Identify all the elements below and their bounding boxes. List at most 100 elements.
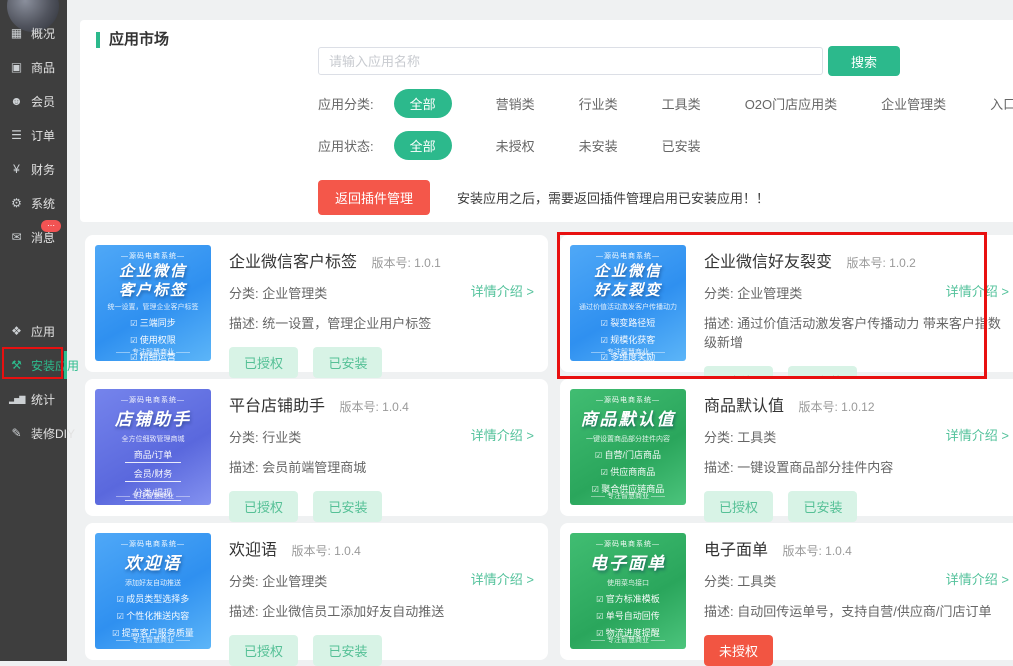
app-version: 版本号: 1.0.1: [371, 256, 440, 270]
search-button[interactable]: 搜索: [828, 46, 900, 76]
tile-ribbon: —源码电商系统—: [570, 539, 686, 549]
detail-link[interactable]: 详情介绍 >: [471, 569, 534, 588]
app-name: 电子面单: [704, 542, 768, 559]
unread-badge: ⋯: [41, 220, 61, 232]
authorized-badge: 已授权: [229, 635, 298, 666]
sidebar-item-overview[interactable]: ▦ 概况: [0, 16, 67, 50]
tile-feature: 规模化获客: [570, 333, 686, 346]
app-card-shop-assistant[interactable]: —源码电商系统— 店铺助手 全方位细致管理商城 商品/订单 会员/财务 分类/提…: [85, 379, 548, 516]
detail-link[interactable]: 详情介绍 >: [471, 425, 534, 444]
app-tile-image: —源码电商系统— 商品默认值 一键设置商品部分挂件内容 自营/门店商品 供应商商…: [570, 389, 686, 505]
tile-tagline: 添加好友自动推送: [95, 578, 211, 588]
detail-link[interactable]: 详情介绍 >: [946, 425, 1009, 444]
app-tile-image: —源码电商系统— 店铺助手 全方位细致管理商城 商品/订单 会员/财务 分类/提…: [95, 389, 211, 505]
status-badges: 未授权: [704, 635, 1013, 666]
status-option-uninstalled[interactable]: 未安装: [579, 136, 618, 155]
app-description: 描述: 自动回传运单号，支持自营/供应商/门店订单: [704, 601, 1013, 620]
app-card-body: 企业微信客户标签 版本号: 1.0.1 分类: 企业管理类 描述: 统一设置，管…: [229, 248, 538, 378]
sidebar-menu: ▦ 概况 ▣ 商品 ☻ 会员 ☰ 订单 ¥ 财务 ⚙ 系统 ✉ 消息 ⋯: [0, 16, 67, 450]
status-badges: 已授权 已安装: [229, 347, 538, 378]
tile-tagline: 统一设置，管理企业客户标签: [95, 302, 211, 312]
tile-title: 店铺助手: [95, 407, 211, 433]
status-option-unauthorized[interactable]: 未授权: [496, 136, 535, 155]
category-option-enterprise[interactable]: 企业管理类: [881, 94, 946, 113]
status-badges: 已授权 已安装: [229, 635, 538, 666]
sidebar-item-products[interactable]: ▣ 商品: [0, 50, 67, 84]
tile-feature: 成员类型选择多: [95, 592, 211, 605]
app-description: 描述: 一键设置商品部分挂件内容: [704, 457, 1013, 476]
category-option-tools[interactable]: 工具类: [662, 94, 701, 113]
app-card-body: 企业微信好友裂变 版本号: 1.0.2 分类: 企业管理类 描述: 通过价值活动…: [704, 248, 1013, 397]
sidebar-item-decorate-diy[interactable]: ✎ 装修DIY: [0, 416, 67, 450]
app-name: 企业微信好友裂变: [704, 254, 832, 271]
app-name: 商品默认值: [704, 398, 784, 415]
app-card-wecom-friend-fission[interactable]: —源码电商系统— 企业微信好友裂变 通过价值活动激发客户传播动力 裂变路径短 规…: [560, 235, 1013, 372]
app-card-welcome-message[interactable]: —源码电商系统— 欢迎语 添加好友自动推送 成员类型选择多 个性化推送内容 提高…: [85, 523, 548, 660]
app-name: 平台店铺助手: [229, 398, 325, 415]
app-name: 企业微信客户标签: [229, 254, 357, 271]
sidebar-item-statistics[interactable]: ▂▅▇ 统计: [0, 382, 67, 416]
app-version: 版本号: 1.0.4: [291, 544, 360, 558]
app-description: 描述: 通过价值活动激发客户传播动力 带来客户指数级新增: [704, 313, 1013, 351]
tile-feature: 官方标准模板: [570, 592, 686, 605]
action-row: 返回插件管理 安装应用之后，需要返回插件管理启用已安装应用！！: [318, 180, 769, 215]
app-version: 版本号: 1.0.4: [782, 544, 851, 558]
sidebar-item-orders[interactable]: ☰ 订单: [0, 118, 67, 152]
sidebar-item-label: 订单: [31, 127, 55, 144]
app-name: 欢迎语: [229, 542, 277, 559]
app-card-body: 欢迎语 版本号: 1.0.4 分类: 企业管理类 描述: 企业微信员工添加好友自…: [229, 536, 538, 666]
finance-icon: ¥: [9, 162, 24, 176]
install-apps-icon: ⚒: [9, 358, 24, 372]
tile-tagline: 通过价值活动激发客户传播动力: [570, 302, 686, 312]
category-option-entrance[interactable]: 入口类: [990, 94, 1013, 113]
tile-footer: 专注智慧商业: [95, 635, 211, 645]
sidebar-item-install-apps[interactable]: ⚒ 安装应用: [0, 348, 67, 382]
tile-tagline: 一键设置商品部分挂件内容: [570, 434, 686, 444]
tile-footer: 专注智慧商业: [95, 491, 211, 501]
detail-link[interactable]: 详情介绍 >: [946, 569, 1009, 588]
installed-badge: 已安装: [313, 491, 382, 522]
tile-title: 企业微信好友裂变: [570, 263, 686, 301]
tile-title: 商品默认值: [570, 407, 686, 433]
tile-ribbon: —源码电商系统—: [570, 395, 686, 405]
sidebar-item-label: 财务: [31, 161, 55, 178]
app-tile-image: —源码电商系统— 企业微信好友裂变 通过价值活动激发客户传播动力 裂变路径短 规…: [570, 245, 686, 361]
app-card-electronic-waybill[interactable]: —源码电商系统— 电子面单 使用菜鸟接口 官方标准模板 单号自动回传 物流进度提…: [560, 523, 1013, 660]
sidebar-item-members[interactable]: ☻ 会员: [0, 84, 67, 118]
unauthorized-badge: 未授权: [704, 635, 773, 666]
installed-badge: 已安装: [313, 635, 382, 666]
tile-feature: 使用权限: [95, 333, 211, 346]
category-filter-label: 应用分类:: [318, 94, 374, 113]
app-card-product-defaults[interactable]: —源码电商系统— 商品默认值 一键设置商品部分挂件内容 自营/门店商品 供应商商…: [560, 379, 1013, 516]
installed-badge: 已安装: [313, 347, 382, 378]
detail-link[interactable]: 详情介绍 >: [946, 281, 1009, 300]
category-option-marketing[interactable]: 营销类: [496, 94, 535, 113]
app-card-body: 电子面单 版本号: 1.0.4 分类: 工具类 描述: 自动回传运单号，支持自营…: [704, 536, 1013, 666]
category-option-industry[interactable]: 行业类: [579, 94, 618, 113]
install-warning-text: 安装应用之后，需要返回插件管理启用已安装应用！！: [457, 188, 769, 207]
sidebar-item-apps[interactable]: ❖ 应用: [0, 314, 67, 348]
status-option-all[interactable]: 全部: [394, 131, 452, 160]
sidebar-item-system[interactable]: ⚙ 系统: [0, 186, 67, 220]
app-card-wecom-customer-tags[interactable]: —源码电商系统— 企业微信客户标签 统一设置，管理企业客户标签 三端同步 使用权…: [85, 235, 548, 372]
tile-title: 企业微信客户标签: [95, 263, 211, 301]
category-option-o2o[interactable]: O2O门店应用类: [745, 94, 837, 113]
search-input[interactable]: [318, 47, 823, 75]
category-filter-row: 应用分类: 全部 营销类 行业类 工具类 O2O门店应用类 企业管理类 入口类: [318, 90, 1013, 116]
sidebar-item-label: 应用: [31, 323, 55, 340]
app-version: 版本号: 1.0.4: [339, 400, 408, 414]
back-to-plugin-manager-button[interactable]: 返回插件管理: [318, 180, 430, 215]
system-icon: ⚙: [9, 196, 24, 210]
authorized-badge: 已授权: [229, 491, 298, 522]
category-option-all[interactable]: 全部: [394, 89, 452, 118]
sidebar-item-finance[interactable]: ¥ 财务: [0, 152, 67, 186]
app-card-body: 平台店铺助手 版本号: 1.0.4 分类: 行业类 描述: 会员前端管理商城 已…: [229, 392, 538, 522]
status-option-installed[interactable]: 已安装: [662, 136, 701, 155]
authorized-badge: 已授权: [704, 491, 773, 522]
tile-tagline: 全方位细致管理商城: [95, 434, 211, 444]
page-title: 应用市场: [96, 32, 169, 48]
detail-link[interactable]: 详情介绍 >: [471, 281, 534, 300]
sidebar-item-messages[interactable]: ✉ 消息 ⋯: [0, 220, 67, 254]
status-badges: 已授权 已安装: [704, 491, 1013, 522]
sidebar-item-label: 概况: [31, 25, 55, 42]
